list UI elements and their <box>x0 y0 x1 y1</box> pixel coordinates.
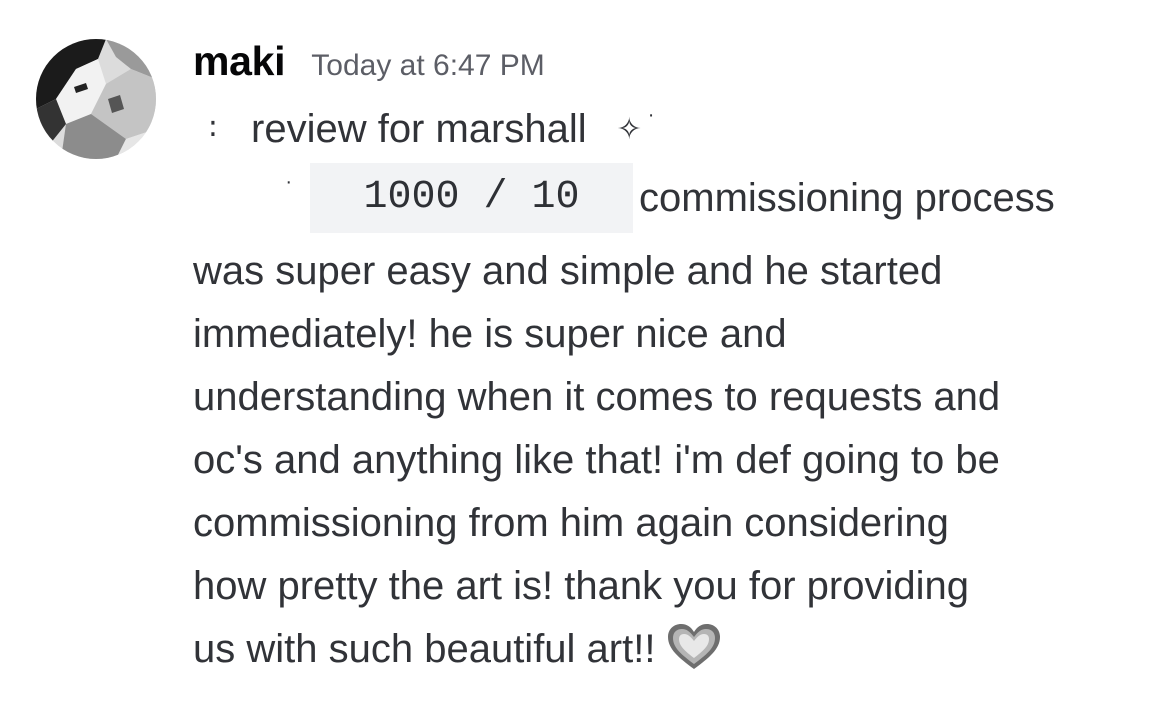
message-text-line: us with such beautiful art!! <box>193 627 656 671</box>
message-line-2: · 1000 / 10 commissioning process <box>193 162 1153 234</box>
sparkle-icon: ✧ <box>616 112 642 146</box>
message-text-line: was super easy and simple and he started <box>193 249 943 293</box>
grey-heart-icon[interactable] <box>665 622 723 691</box>
message-body: was super easy and simple and he started… <box>193 240 1153 681</box>
message-line-1: ∶ review for marshall ✧ · <box>193 100 654 158</box>
message-last-line: us with such beautiful art!! <box>193 618 1153 681</box>
chat-message: maki Today at 6:47 PM ∶ review for marsh… <box>0 0 1170 718</box>
avatar[interactable] <box>36 39 156 159</box>
decorative-dot: · <box>647 103 655 126</box>
message-text-line: oc's and anything like that! i'm def goi… <box>193 438 1000 482</box>
decorative-dot: · <box>285 170 292 193</box>
review-title: review for marshall <box>251 106 587 151</box>
message-text-line: commissioning from him again considering <box>193 501 949 545</box>
inline-code-rating: 1000 / 10 <box>310 163 633 233</box>
message-header: maki Today at 6:47 PM <box>193 38 545 90</box>
message-text-line: understanding when it comes to requests … <box>193 375 1001 419</box>
avatar-image <box>36 39 156 159</box>
message-text: commissioning process <box>639 175 1055 220</box>
decorative-colon: ∶ <box>209 112 217 146</box>
username[interactable]: maki <box>193 38 286 85</box>
message-text-line: how pretty the art is! thank you for pro… <box>193 564 969 608</box>
message-text-line: immediately! he is super nice and <box>193 312 787 356</box>
timestamp[interactable]: Today at 6:47 PM <box>311 49 544 83</box>
